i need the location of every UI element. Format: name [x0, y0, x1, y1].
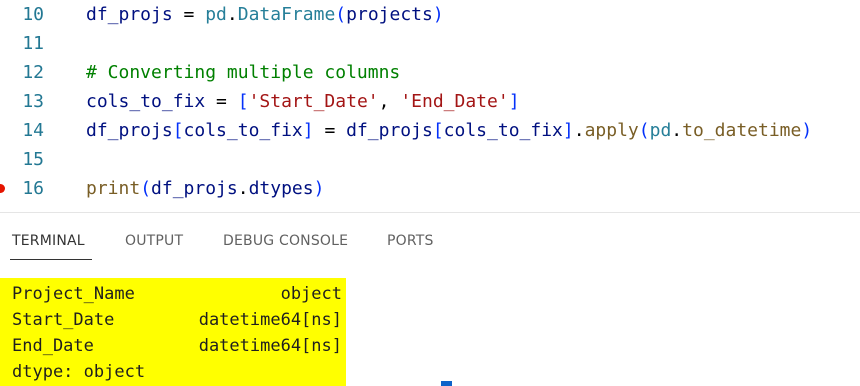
code-token: ] — [508, 91, 520, 112]
terminal-row-name: Project_Name — [12, 284, 135, 304]
code-token: 'Start_Date' — [248, 91, 379, 112]
code-token: pd — [649, 120, 672, 141]
code-token: cols_to_fix — [183, 120, 303, 141]
tab-ports[interactable]: PORTS — [387, 233, 434, 249]
code-token: ] — [562, 120, 574, 141]
code-token: projects — [346, 4, 433, 25]
terminal-row-value: datetime64[ns] — [198, 310, 342, 330]
code-token: cols_to_fix — [443, 120, 563, 141]
terminal-row-value: datetime64[ns] — [198, 336, 342, 356]
code-token: ] — [302, 120, 314, 141]
code-line[interactable]: 15 — [0, 145, 860, 174]
line-number: 16 — [22, 178, 44, 199]
terminal-row-name: dtype: object — [12, 362, 146, 382]
code-token: . — [573, 120, 585, 141]
tab-debug-console[interactable]: DEBUG CONSOLE — [223, 233, 348, 249]
code-editor[interactable]: 10 df_projs = pd.DataFrame(projects) 11 12 #… — [0, 0, 860, 212]
code-token: apply — [584, 120, 639, 141]
panel-tab-bar: TERMINAL OUTPUT DEBUG CONSOLE PORTS — [0, 213, 860, 261]
code-text: # Converting multiple columns — [86, 58, 400, 87]
code-token: dtypes — [248, 178, 314, 199]
code-line[interactable]: 11 — [0, 29, 860, 58]
code-line[interactable]: 14 df_projs[cols_to_fix] = df_projs[cols_… — [0, 116, 860, 145]
tab-terminal[interactable]: TERMINAL — [12, 233, 85, 249]
line-number: 14 — [22, 120, 44, 141]
code-text: cols_to_fix = ['Start_Date', 'End_Date'] — [86, 87, 520, 116]
code-token: [ — [432, 120, 444, 141]
code-token: ) — [801, 120, 813, 141]
code-token: ) — [313, 178, 325, 199]
terminal-row-name: End_Date — [12, 336, 94, 356]
code-line[interactable]: 10 df_projs = pd.DataFrame(projects) — [0, 0, 860, 29]
code-line[interactable]: 16 print(df_projs.dtypes) — [0, 174, 860, 203]
code-token: cols_to_fix — [86, 91, 206, 112]
code-token: , — [378, 91, 401, 112]
code-token: pd — [205, 4, 227, 25]
terminal-cursor — [441, 381, 452, 386]
code-line[interactable]: 12 # Converting multiple columns — [0, 58, 860, 87]
terminal-output[interactable]: Project_Name object Start_Date datetime6… — [0, 276, 860, 386]
code-token: = — [313, 120, 347, 141]
code-token: ( — [638, 120, 650, 141]
code-token: ( — [140, 178, 152, 199]
code-token: ) — [432, 4, 444, 25]
code-token: . — [237, 178, 249, 199]
line-number: 11 — [22, 33, 44, 54]
code-line[interactable]: 13 cols_to_fix = ['Start_Date', 'End_Date… — [0, 87, 860, 116]
code-text: print(df_projs.dtypes) — [86, 174, 324, 203]
code-token: df_projs — [346, 120, 433, 141]
code-token: 'End_Date' — [400, 91, 509, 112]
code-token: df_projs — [151, 178, 238, 199]
code-token: df_projs — [86, 4, 173, 25]
line-number: 13 — [22, 91, 44, 112]
code-token: DataFrame — [237, 4, 336, 25]
code-text: df_projs = pd.DataFrame(projects) — [86, 0, 444, 29]
terminal-row-value: object — [280, 284, 342, 304]
code-token: [ — [237, 91, 249, 112]
code-token: = — [205, 91, 238, 112]
line-number: 10 — [22, 4, 44, 25]
active-tab-indicator — [10, 259, 92, 260]
code-token: print — [86, 178, 141, 199]
code-token: . — [671, 120, 683, 141]
terminal-row-name: Start_Date — [12, 310, 115, 330]
code-token: [ — [172, 120, 184, 141]
code-text: df_projs[cols_to_fix] = df_projs[cols_to… — [86, 116, 812, 145]
code-token: to_datetime — [682, 120, 802, 141]
code-token: ( — [335, 4, 347, 25]
code-token: df_projs — [86, 120, 173, 141]
line-number: 12 — [22, 62, 44, 83]
code-token: = — [172, 4, 206, 25]
code-token: # Converting multiple columns — [86, 62, 401, 83]
code-token: . — [226, 4, 238, 25]
tab-output[interactable]: OUTPUT — [125, 233, 183, 249]
line-number: 15 — [22, 149, 44, 170]
